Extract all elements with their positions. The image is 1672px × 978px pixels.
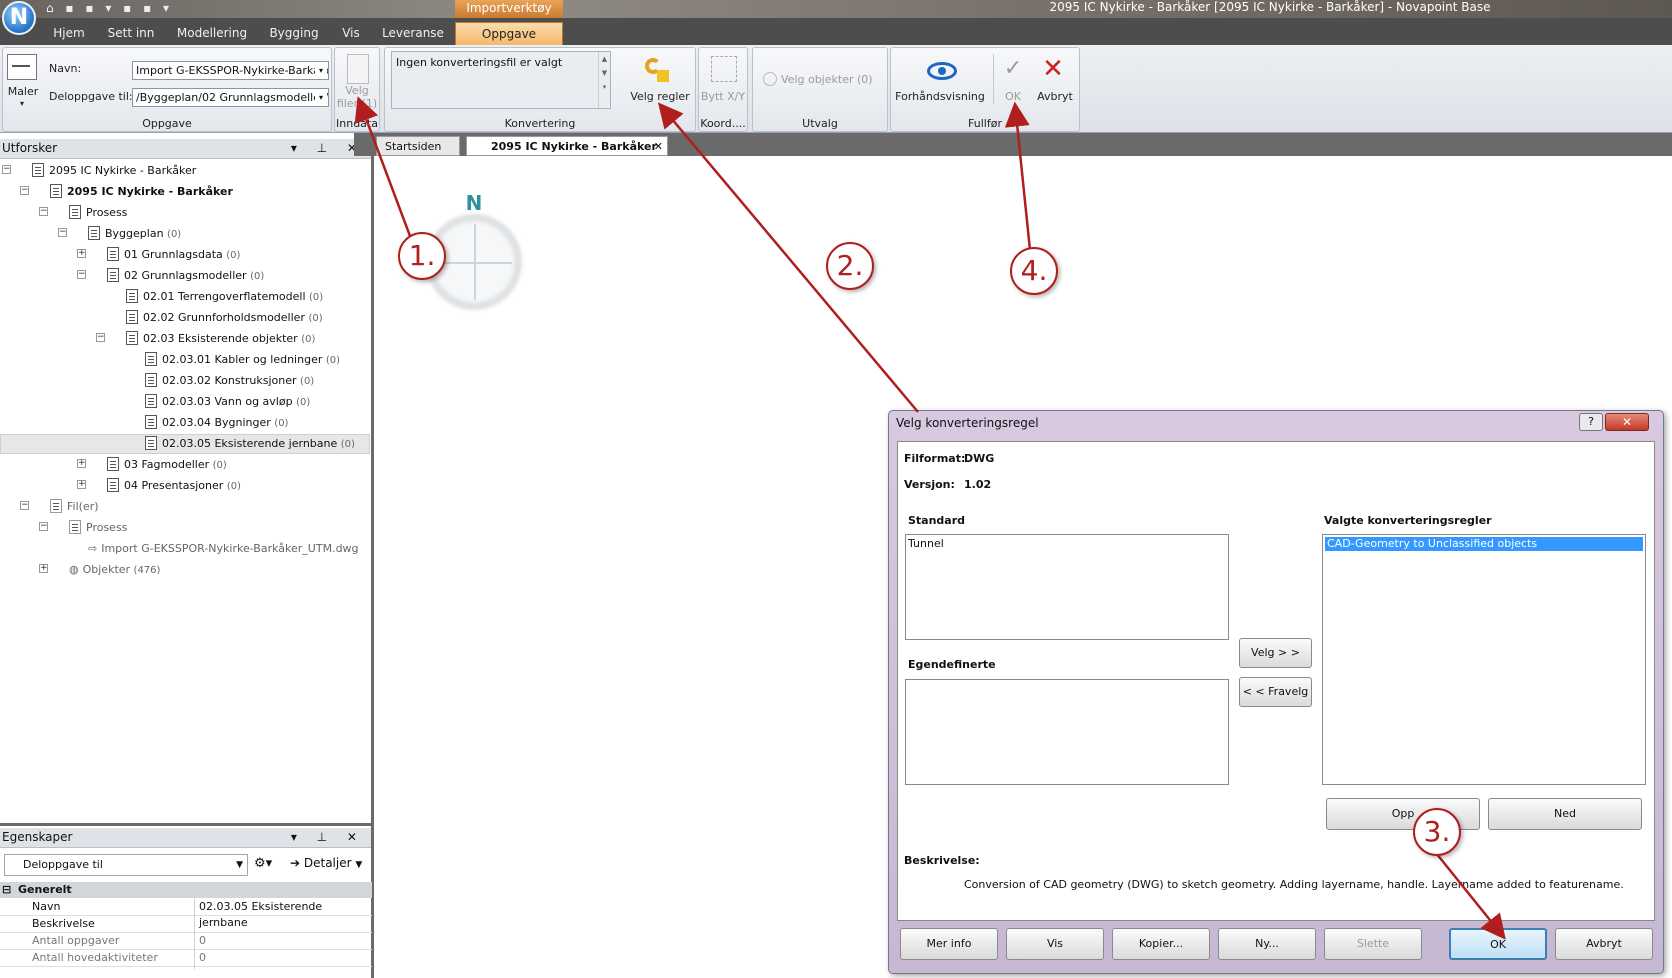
annotation-arrow-1 bbox=[354, 96, 412, 237]
app-logo-button[interactable]: N bbox=[2, 1, 36, 35]
annotation-4: 4. bbox=[1010, 247, 1058, 295]
annotation-arrow-4 bbox=[1004, 101, 1032, 251]
annotation-2: 2. bbox=[826, 242, 874, 290]
annotation-1: 1. bbox=[398, 232, 446, 280]
annotation-3: 3. bbox=[1413, 808, 1461, 856]
annotation-arrow-2 bbox=[657, 102, 919, 413]
annotation-arrow-3 bbox=[1431, 847, 1506, 940]
